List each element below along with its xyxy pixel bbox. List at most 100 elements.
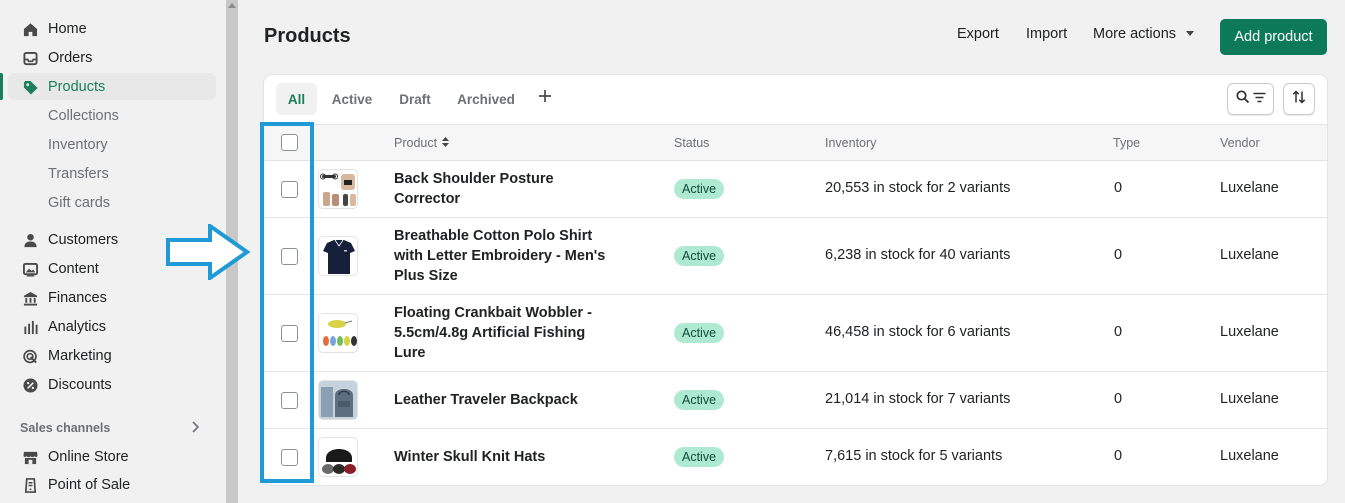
chevron-right-icon[interactable] [190,420,202,434]
person-icon [22,232,38,248]
tab-active[interactable]: Active [324,83,380,115]
column-header-vendor: Vendor [1220,136,1260,150]
add-product-button[interactable]: Add product [1220,19,1327,55]
product-name-link[interactable]: Back Shoulder Posture Corrector [394,169,609,209]
product-thumbnail[interactable] [318,169,358,209]
type-cell: 0 [1114,391,1123,407]
vendor-cell: Luxelane [1220,324,1279,340]
inventory-cell: 21,014 in stock for 7 variants [825,391,1011,407]
inbox-icon [22,50,38,66]
store-icon [22,449,38,465]
product-thumbnail[interactable] [318,437,358,477]
sidebar-item-label: Transfers [48,165,109,182]
discount-icon [22,377,38,393]
table-row[interactable]: Back Shoulder Posture Corrector Active 2… [264,161,1327,218]
sidebar-item-point-of-sale[interactable]: Point of Sale [8,471,216,498]
product-name-link[interactable]: Breathable Cotton Polo Shirt with Letter… [394,226,609,286]
sidebar-item-label: Discounts [48,376,112,393]
table-row[interactable]: Floating Crankbait Wobbler - 5.5cm/4.8g … [264,295,1327,372]
sidebar-item-label: Online Store [48,448,129,465]
inventory-cell: 6,238 in stock for 40 variants [825,247,1011,263]
annotation-arrow-icon [166,222,251,285]
inventory-cell: 20,553 in stock for 2 variants [825,180,1011,196]
sidebar-item-label: Products [48,78,106,95]
sidebar-item-discounts[interactable]: Discounts [8,371,216,398]
sidebar-item-label: Inventory [48,136,108,153]
search-filter-button[interactable] [1227,83,1274,115]
sidebar-item-label: Orders [48,49,93,66]
sidebar-item-gift-cards[interactable]: Gift cards [8,189,216,216]
sidebar-item-label: Marketing [48,347,112,364]
bank-icon [22,290,38,306]
sidebar-item-online-store[interactable]: Online Store [8,443,216,470]
sidebar-item-label: Gift cards [48,194,111,211]
import-button[interactable]: Import [1026,26,1067,42]
vendor-cell: Luxelane [1220,448,1279,464]
home-icon [22,21,38,37]
image-icon [22,261,38,277]
product-name-link[interactable]: Winter Skull Knit Hats [394,447,609,467]
sort-button[interactable] [1283,83,1315,115]
sidebar-item-products[interactable]: Products [8,73,216,100]
sort-caret-icon [442,136,450,150]
table-row[interactable]: Winter Skull Knit Hats Active 7,615 in s… [264,429,1327,485]
sidebar-item-orders[interactable]: Orders [8,44,216,71]
sidebar-item-label: Point of Sale [48,476,131,493]
vendor-cell: Luxelane [1220,180,1279,196]
table-row[interactable]: Breathable Cotton Polo Shirt with Letter… [264,218,1327,295]
status-badge: Active [674,179,725,199]
tab-draft[interactable]: Draft [390,83,440,115]
sidebar-item-label: Analytics [48,318,107,335]
tab-archived[interactable]: Archived [450,83,522,115]
bar-chart-icon [22,319,38,335]
page-title: Products [264,25,351,47]
target-icon [22,348,38,364]
checkbox-column-highlight [260,122,314,483]
more-actions-button[interactable]: More actions [1093,26,1195,42]
filter-lines-icon [1253,90,1266,108]
sidebar-item-label: Home [48,20,87,37]
sort-arrows-icon [1292,89,1306,109]
vendor-cell: Luxelane [1220,391,1279,407]
sidebar-item-label: Content [48,260,99,277]
sidebar-item-transfers[interactable]: Transfers [8,160,216,187]
products-card: All Active Draft Archived Product Status… [264,75,1327,485]
active-indicator [0,73,3,100]
status-badge: Active [674,323,725,343]
scroll-up-arrow-icon[interactable] [228,3,236,8]
sidebar-item-label: Finances [48,289,107,306]
sidebar-item-collections[interactable]: Collections [8,102,216,129]
type-cell: 0 [1114,324,1123,340]
status-badge: Active [674,390,725,410]
product-thumbnail[interactable] [318,236,358,276]
product-name-link[interactable]: Floating Crankbait Wobbler - 5.5cm/4.8g … [394,303,609,363]
column-header-product[interactable]: Product [394,136,450,151]
inventory-cell: 7,615 in stock for 5 variants [825,448,1003,464]
type-cell: 0 [1114,448,1123,464]
sidebar-item-home[interactable]: Home [8,15,216,42]
caret-down-icon [1186,30,1195,36]
inventory-cell: 46,458 in stock for 6 variants [825,324,1011,340]
type-cell: 0 [1114,247,1123,263]
add-view-plus-icon[interactable] [538,89,554,105]
pos-icon [22,477,38,493]
sales-channels-heading: Sales channels [20,421,111,435]
search-icon [1235,89,1250,109]
type-cell: 0 [1114,180,1123,196]
table-row[interactable]: Leather Traveler Backpack Active 21,014 … [264,372,1327,429]
column-header-label: Product [394,136,438,150]
sidebar-item-inventory[interactable]: Inventory [8,131,216,158]
status-badge: Active [674,447,725,467]
product-name-link[interactable]: Leather Traveler Backpack [394,390,609,410]
product-thumbnail[interactable] [318,313,358,353]
sidebar-item-label: Collections [48,107,119,124]
export-button[interactable]: Export [957,26,999,42]
tag-icon [22,79,38,95]
tab-all[interactable]: All [276,83,317,115]
column-header-status: Status [674,136,710,150]
sidebar-item-finances[interactable]: Finances [8,284,216,311]
product-thumbnail[interactable] [318,380,358,420]
sidebar-item-marketing[interactable]: Marketing [8,342,216,369]
sidebar-item-analytics[interactable]: Analytics [8,313,216,340]
status-badge: Active [674,246,725,266]
